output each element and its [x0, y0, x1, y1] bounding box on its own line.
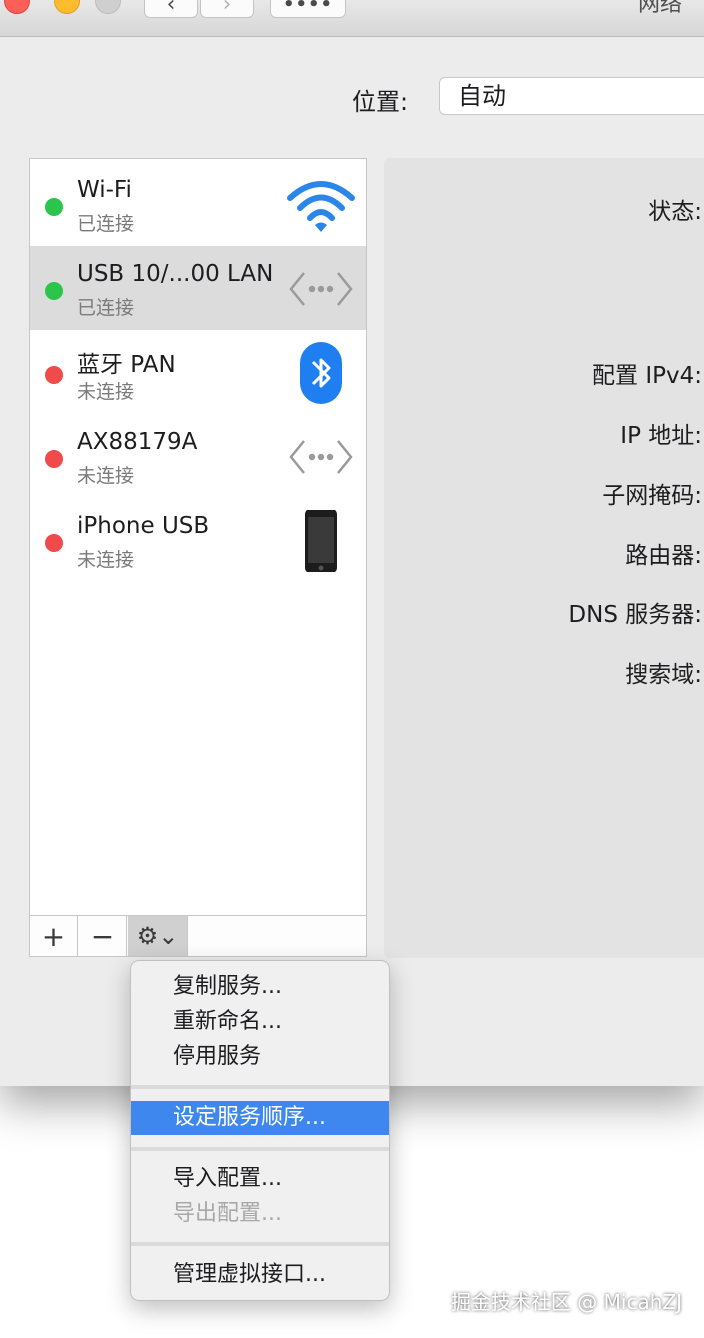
status-dot-connected [45, 198, 63, 216]
search-domain-label: 搜索域: [625, 662, 702, 688]
back-button[interactable]: ‹ [144, 0, 198, 18]
service-name: iPhone USB [77, 513, 210, 539]
window-title: 网络 [637, 0, 682, 17]
service-detail-panel: 状态: 配置 IPv4: IP 地址: 子网掩码: 路由器: DNS 服务器: … [384, 158, 704, 958]
dns-server-label: DNS 服务器: [568, 602, 702, 628]
action-menu-button[interactable]: ⚙⌄ [128, 916, 188, 956]
gear-icon: ⚙⌄ [136, 922, 179, 950]
status-dot-connected [45, 282, 63, 300]
menu-item-manage-virtual-interfaces[interactable]: 管理虚拟接口... [131, 1258, 389, 1292]
ethernet-icon [289, 272, 353, 306]
remove-service-button[interactable]: − [79, 916, 127, 956]
ip-address-label: IP 地址: [620, 423, 702, 449]
menu-item-deactivate-service[interactable]: 停用服务 [131, 1040, 389, 1074]
watermark: 掘金技术社区 @ MicahZJ [450, 1290, 682, 1314]
service-name: USB 10/...00 LAN [77, 261, 274, 287]
location-select[interactable]: 自动 [439, 77, 704, 115]
chevron-right-icon: › [222, 0, 232, 17]
status-label: 状态: [648, 199, 702, 225]
chevron-left-icon: ‹ [166, 0, 176, 17]
service-status: 已连接 [77, 297, 135, 319]
service-item-ax88179a[interactable]: AX88179A 未连接 [30, 414, 366, 498]
service-item-usb-lan[interactable]: USB 10/...00 LAN 已连接 [30, 246, 366, 330]
menu-item-import-configurations[interactable]: 导入配置... [131, 1162, 389, 1196]
minimize-window-button[interactable] [54, 0, 80, 14]
close-window-button[interactable] [4, 0, 30, 14]
grid-icon: •••• [282, 0, 334, 15]
menu-item-export-configurations: 导出配置... [173, 1201, 282, 1226]
status-dot-disconnected [45, 366, 63, 384]
action-context-menu: 复制服务... 重新命名... 停用服务 设定服务顺序... 导入配置... 导… [130, 960, 390, 1301]
menu-separator [131, 1242, 389, 1246]
minus-icon: − [90, 919, 115, 953]
status-dot-disconnected [45, 534, 63, 552]
service-name: 蓝牙 PAN [77, 352, 176, 378]
menu-separator [131, 1085, 389, 1089]
iphone-icon [305, 510, 337, 572]
bluetooth-icon [300, 342, 342, 404]
add-service-button[interactable]: + [30, 916, 78, 956]
menu-item-duplicate-service[interactable]: 复制服务... [131, 970, 389, 1004]
service-name: Wi-Fi [77, 177, 132, 203]
show-all-button[interactable]: •••• [270, 0, 346, 18]
menu-item-rename[interactable]: 重新命名... [131, 1005, 389, 1039]
service-status: 已连接 [77, 213, 135, 235]
ethernet-icon [289, 440, 353, 474]
menu-separator [131, 1147, 389, 1151]
zoom-window-button[interactable] [95, 0, 121, 14]
service-status: 未连接 [77, 465, 135, 487]
forward-button[interactable]: › [200, 0, 254, 18]
service-status: 未连接 [77, 549, 135, 571]
subnet-mask-label: 子网掩码: [602, 483, 702, 509]
service-list[interactable]: Wi-Fi 已连接 USB 10/...00 LAN 已连接 蓝牙 PAN 未连… [29, 158, 367, 916]
service-item-wifi[interactable]: Wi-Fi 已连接 [30, 162, 366, 246]
service-item-iphone-usb[interactable]: iPhone USB 未连接 [30, 498, 366, 582]
plus-icon: + [41, 919, 66, 953]
service-status: 未连接 [77, 381, 135, 403]
router-label: 路由器: [625, 543, 702, 569]
service-item-bluetooth-pan[interactable]: 蓝牙 PAN 未连接 [30, 330, 366, 414]
configure-ipv4-label: 配置 IPv4: [592, 363, 702, 389]
network-preferences-window: ‹ › •••• 网络 位置: 自动 Wi-Fi 已连接 USB 10/...0… [0, 0, 704, 1086]
service-list-toolbar: + − ⚙⌄ [29, 915, 367, 957]
menu-item-set-service-order[interactable]: 设定服务顺序... [131, 1101, 389, 1135]
service-name: AX88179A [77, 429, 198, 455]
status-dot-disconnected [45, 450, 63, 468]
title-bar: ‹ › •••• 网络 [0, 0, 704, 37]
wifi-icon [287, 181, 355, 232]
location-label: 位置: [352, 88, 409, 116]
